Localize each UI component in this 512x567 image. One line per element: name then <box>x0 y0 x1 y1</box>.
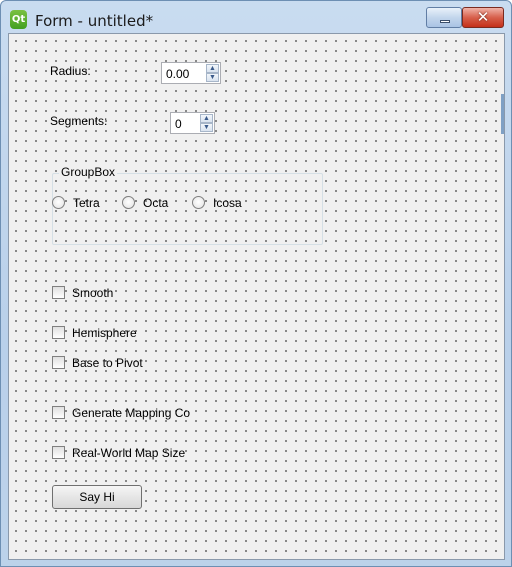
checkbox-hemisphere[interactable] <box>52 326 65 339</box>
segments-value: 0 <box>175 117 182 131</box>
canvas-resize-handle[interactable] <box>501 94 504 134</box>
spin-down-icon[interactable]: ▼ <box>206 73 219 82</box>
groupbox-title: GroupBox <box>59 165 118 179</box>
segments-spinbox[interactable]: 0 ▲ ▼ <box>170 112 215 134</box>
window-title: Form - untitled* <box>35 12 154 30</box>
radius-spinbox[interactable]: 0.00 ▲ ▼ <box>161 62 221 84</box>
radio-label-icosa: Icosa <box>213 196 242 210</box>
checkbox-generate-mapping[interactable] <box>52 406 65 419</box>
radio-tetra[interactable] <box>52 196 65 209</box>
checkbox-real-world-map-size[interactable] <box>52 446 65 459</box>
say-hi-button[interactable]: Say Hi <box>52 485 142 509</box>
checkbox-label-real-world-map-size: Real-World Map Size <box>72 446 186 460</box>
radius-spin-arrows[interactable]: ▲ ▼ <box>206 64 219 82</box>
checkbox-label-smooth: Smooth <box>72 286 114 300</box>
radio-icosa[interactable] <box>192 196 205 209</box>
radio-octa[interactable] <box>122 196 135 209</box>
radio-label-octa: Octa <box>143 196 169 210</box>
radio-label-tetra: Tetra <box>73 196 100 210</box>
close-button[interactable]: ✕ <box>462 7 504 28</box>
qt-logo-icon: Qt <box>10 10 27 29</box>
close-icon: ✕ <box>476 8 490 26</box>
checkbox-label-base-to-pivot: Base to Pivot <box>72 356 143 370</box>
title-bar[interactable]: Qt Form - untitled* ✕ <box>1 1 511 35</box>
checkbox-label-hemisphere: Hemisphere <box>72 326 137 340</box>
designer-window: Qt Form - untitled* ✕ Radius: 0.00 ▲ ▼ S… <box>0 0 512 567</box>
minimize-button[interactable] <box>426 7 462 28</box>
radius-label: Radius: <box>50 64 91 78</box>
spin-down-icon[interactable]: ▼ <box>200 123 213 132</box>
segments-spin-arrows[interactable]: ▲ ▼ <box>200 114 213 132</box>
checkbox-smooth[interactable] <box>52 286 65 299</box>
radius-value: 0.00 <box>166 67 190 81</box>
spin-up-icon[interactable]: ▲ <box>200 114 213 123</box>
checkbox-label-generate-mapping: Generate Mapping Co <box>72 406 191 420</box>
form-canvas[interactable]: Radius: 0.00 ▲ ▼ Segments: 0 ▲ ▼ GroupBo… <box>8 33 505 560</box>
segments-label: Segments: <box>50 114 108 128</box>
spin-up-icon[interactable]: ▲ <box>206 64 219 73</box>
minimize-icon <box>440 20 450 23</box>
checkbox-base-to-pivot[interactable] <box>52 356 65 369</box>
